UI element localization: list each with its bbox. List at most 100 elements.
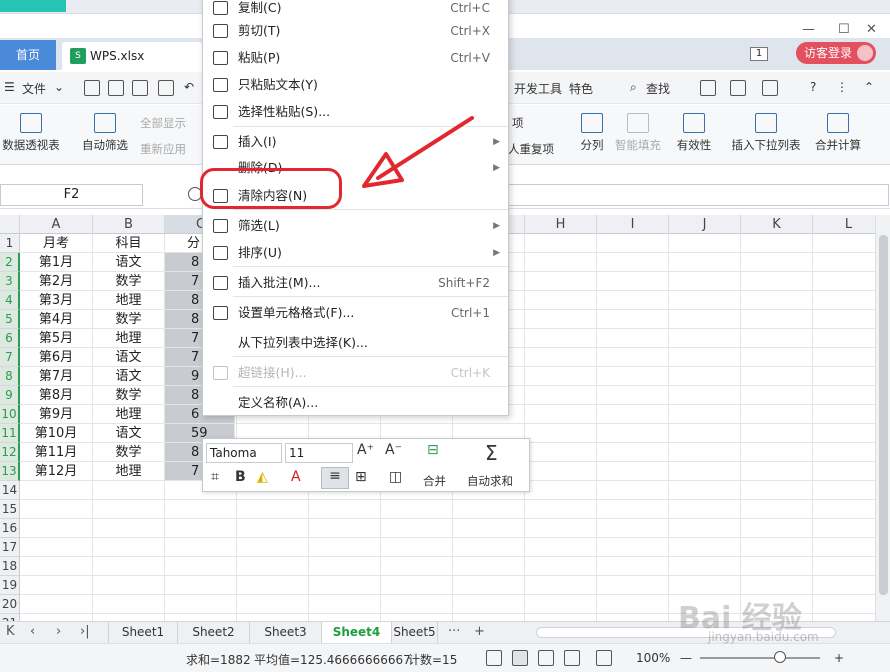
font-color-icon[interactable]: A — [291, 469, 301, 485]
column-header[interactable]: J — [669, 215, 741, 234]
page-break-view-icon[interactable] — [538, 650, 554, 666]
cell[interactable]: 第1月 — [20, 253, 93, 272]
row-header[interactable]: 10 — [0, 405, 20, 424]
help-icon[interactable]: ? — [810, 80, 816, 94]
cell[interactable]: 第10月 — [20, 424, 93, 443]
cell[interactable]: 数学 — [93, 386, 165, 405]
column-header[interactable]: H — [525, 215, 597, 234]
cloud-icon[interactable] — [762, 80, 778, 96]
tab-home[interactable]: 首页 — [0, 40, 56, 70]
cell[interactable]: 语文 — [93, 253, 165, 272]
window-count-badge[interactable]: 1 — [750, 47, 768, 61]
cell[interactable]: 地理 — [93, 462, 165, 481]
row-header[interactable]: 9 — [0, 386, 20, 405]
row-header[interactable]: 17 — [0, 538, 20, 557]
row-header[interactable]: 8 — [0, 367, 20, 386]
share-icon[interactable] — [700, 80, 716, 96]
font-family-select[interactable]: Tahoma — [206, 443, 282, 463]
sum-icon[interactable]: Σ — [485, 441, 498, 465]
clear-format-icon[interactable]: ◫ — [389, 469, 402, 485]
row-header[interactable]: 12 — [0, 443, 20, 462]
scroll-thumb[interactable] — [879, 235, 888, 595]
merge-calc-button[interactable]: 合并计算 — [812, 113, 864, 153]
close-icon[interactable]: ✕ — [866, 22, 877, 37]
last-sheet-icon[interactable]: ›| — [80, 624, 90, 639]
collab-icon[interactable] — [730, 80, 746, 96]
row-header[interactable]: 3 — [0, 272, 20, 291]
grow-font-icon[interactable]: A⁺ — [357, 442, 374, 458]
feature-tab[interactable]: 特色 — [569, 80, 593, 97]
format-painter-icon[interactable]: ⌗ — [211, 469, 219, 485]
cell[interactable]: 地理 — [93, 329, 165, 348]
cell[interactable]: 第6月 — [20, 348, 93, 367]
export-pdf-icon[interactable] — [108, 80, 124, 96]
sheet-tab[interactable]: Sheet1 — [108, 622, 178, 643]
column-header[interactable]: K — [741, 215, 813, 234]
minimize-icon[interactable]: — — [802, 22, 815, 37]
row-header[interactable]: 5 — [0, 310, 20, 329]
split-column-button[interactable]: 分列 — [572, 113, 612, 153]
merge-button[interactable]: 合并 — [423, 473, 446, 489]
cell[interactable]: 数学 — [93, 443, 165, 462]
login-button[interactable]: 访客登录 — [796, 42, 876, 64]
menu-insert-comment[interactable]: 插入批注(M)... Shift+F2 — [203, 270, 508, 296]
file-menu[interactable]: 文件 — [22, 80, 46, 97]
menu-paste[interactable]: 粘贴(P) Ctrl+V — [203, 45, 508, 71]
menu-filter[interactable]: 筛选(L) ▶ — [203, 213, 508, 239]
zoom-slider[interactable] — [700, 657, 820, 659]
cell[interactable]: 语文 — [93, 424, 165, 443]
menu-sort[interactable]: 排序(U) ▶ — [203, 240, 508, 266]
row-header[interactable]: 15 — [0, 500, 20, 519]
formula-input[interactable] — [505, 184, 889, 206]
row-header[interactable]: 16 — [0, 519, 20, 538]
cell[interactable]: 第8月 — [20, 386, 93, 405]
column-header[interactable]: L — [813, 215, 875, 234]
row-header[interactable]: 20 — [0, 595, 20, 614]
sheet-tab[interactable]: Sheet2 — [178, 622, 250, 643]
sheet-tab-active[interactable]: Sheet4 — [322, 622, 392, 643]
column-header[interactable]: A — [20, 215, 93, 234]
shrink-font-icon[interactable]: A⁻ — [385, 442, 402, 458]
zoom-out-icon[interactable]: — — [680, 651, 692, 665]
print-icon[interactable] — [132, 80, 148, 96]
reading-mode-icon[interactable] — [564, 650, 580, 666]
pivot-table-button[interactable]: 数据透视表 — [0, 113, 62, 153]
eye-icon[interactable] — [596, 650, 612, 666]
borders-icon[interactable]: ⊞ — [355, 469, 367, 485]
zoom-slider-knob[interactable] — [774, 651, 786, 663]
bold-icon[interactable]: B — [235, 469, 246, 485]
reject-duplicate-button[interactable]: 人重复项 — [508, 141, 554, 157]
cell[interactable]: 数学 — [93, 272, 165, 291]
eye-protect-icon[interactable] — [486, 650, 502, 666]
cell[interactable]: 第11月 — [20, 443, 93, 462]
cell[interactable]: 第3月 — [20, 291, 93, 310]
select-all-corner[interactable] — [0, 215, 20, 234]
hamburger-icon[interactable]: ☰ — [4, 80, 15, 94]
zoom-in-icon[interactable]: + — [834, 651, 844, 665]
first-sheet-icon[interactable]: K — [6, 624, 15, 639]
row-header[interactable]: 18 — [0, 557, 20, 576]
show-all-button[interactable]: 全部显示 — [140, 115, 186, 131]
sheet-tab[interactable]: Sheet3 — [250, 622, 322, 643]
more-sheets-icon[interactable]: ··· — [448, 624, 460, 639]
name-box[interactable]: F2 — [0, 184, 143, 206]
cell[interactable]: 地理 — [93, 405, 165, 424]
fill-color-icon[interactable]: ◭ — [257, 469, 268, 485]
align-center-icon[interactable]: ≡ — [321, 467, 349, 489]
cell[interactable]: 数学 — [93, 310, 165, 329]
more-icon[interactable]: ⋮ — [836, 80, 848, 94]
row-header[interactable]: 2 — [0, 253, 20, 272]
smart-fill-button[interactable]: 智能填充 — [612, 113, 664, 153]
row-header[interactable]: 1 — [0, 234, 20, 253]
collapse-ribbon-icon[interactable]: ⌃ — [864, 80, 874, 94]
row-header[interactable]: 6 — [0, 329, 20, 348]
vertical-scrollbar[interactable] — [875, 215, 890, 621]
cell[interactable]: 科目 — [93, 234, 165, 253]
chevron-down-icon[interactable]: ⌄ — [54, 80, 64, 94]
cell[interactable]: 第5月 — [20, 329, 93, 348]
add-sheet-icon[interactable]: + — [474, 624, 485, 639]
autofilter-button[interactable]: 自动筛选 — [78, 113, 132, 153]
normal-view-icon[interactable] — [512, 650, 528, 666]
row-header[interactable]: 19 — [0, 576, 20, 595]
cell[interactable]: 第9月 — [20, 405, 93, 424]
